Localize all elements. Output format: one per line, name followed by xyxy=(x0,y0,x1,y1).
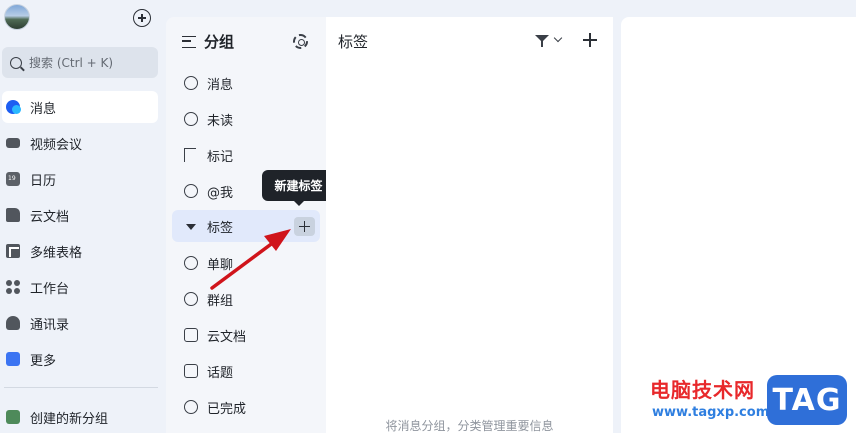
document-icon xyxy=(184,328,198,342)
group-item-label: 群组 xyxy=(207,293,234,309)
group-item-flagged[interactable]: 标记 xyxy=(172,139,320,171)
nav-item-label: 消息 xyxy=(30,101,57,117)
nav-item-label: 日历 xyxy=(30,173,57,189)
group-item-label: 单聊 xyxy=(207,257,234,273)
settings-gear-icon[interactable] xyxy=(293,34,308,49)
search-icon xyxy=(10,56,22,69)
create-plus-icon[interactable] xyxy=(133,9,151,27)
group-item-done[interactable]: 已完成 xyxy=(172,391,320,423)
video-camera-icon xyxy=(6,138,20,148)
group-item-messages[interactable]: 消息 xyxy=(172,67,320,99)
table-grid-icon xyxy=(6,244,20,258)
nav-item-workplace[interactable]: 工作台 xyxy=(2,271,158,303)
group-item-label: 消息 xyxy=(207,77,234,93)
watermark-url: www.tagxp.com xyxy=(652,405,770,420)
group-item-tags[interactable]: 标签 xyxy=(172,210,320,242)
nav-item-messages[interactable]: 消息 xyxy=(2,91,158,123)
group-item-unread[interactable]: 未读 xyxy=(172,103,320,135)
watermark-title: 电脑技术网 xyxy=(650,378,755,402)
more-apps-icon xyxy=(6,352,20,366)
unread-circle-icon xyxy=(184,112,198,126)
collapse-menu-icon[interactable] xyxy=(182,35,196,48)
nav-item-label: 创建的新分组 xyxy=(30,411,109,427)
new-tag-button[interactable] xyxy=(294,217,315,236)
search-placeholder: 搜索 (Ctrl + K) xyxy=(29,56,114,70)
detail-pane xyxy=(621,17,856,433)
groups-header: 分组 xyxy=(182,31,234,52)
groups-column: 分组 消息 未读 标记 @我 标签 单聊 群组 云文档 话题 已完成 xyxy=(166,17,326,433)
group-item-label: @我 xyxy=(207,185,234,201)
group-item-label: 已完成 xyxy=(207,401,247,417)
chat-bubble-icon xyxy=(184,76,198,90)
watermark-logo: TAG xyxy=(767,375,847,425)
empty-state-hint: 将消息分组，分类管理重要信息 xyxy=(385,419,554,433)
topic-icon xyxy=(184,364,198,378)
nav-item-video-meeting[interactable]: 视频会议 xyxy=(2,127,158,159)
caret-down-icon[interactable] xyxy=(186,224,196,230)
messages-icon xyxy=(6,100,21,114)
user-icon xyxy=(184,256,198,270)
nav-item-docs[interactable]: 云文档 xyxy=(2,199,158,231)
group-item-direct-chats[interactable]: 单聊 xyxy=(172,247,320,279)
group-item-label: 话题 xyxy=(207,365,234,381)
chevron-down-icon[interactable] xyxy=(553,33,563,43)
groups-title: 分组 xyxy=(204,33,235,51)
new-tag-tooltip: 新建标签 xyxy=(262,170,335,206)
filter-icon[interactable] xyxy=(535,35,549,47)
left-nav: 搜索 (Ctrl + K) 消息 视频会议 日历 云文档 多维表格 工作台 通讯… xyxy=(0,0,166,433)
calendar-icon xyxy=(6,172,20,186)
group-item-groups[interactable]: 群组 xyxy=(172,283,320,315)
group-item-label: 标记 xyxy=(207,149,234,165)
group-icon xyxy=(6,410,20,424)
nav-item-custom-group[interactable]: 创建的新分组 xyxy=(2,401,158,433)
document-icon xyxy=(6,208,20,222)
group-item-label: 未读 xyxy=(207,113,234,129)
nav-item-label: 工作台 xyxy=(30,281,70,297)
nav-item-more[interactable]: 更多 xyxy=(2,343,158,375)
check-circle-icon xyxy=(184,400,198,414)
users-icon xyxy=(184,292,198,306)
avatar[interactable] xyxy=(4,4,30,30)
nav-item-base[interactable]: 多维表格 xyxy=(2,235,158,267)
nav-item-label: 视频会议 xyxy=(30,137,83,153)
nav-item-label: 云文档 xyxy=(30,209,70,225)
apps-grid-icon xyxy=(6,280,20,294)
contacts-icon xyxy=(6,316,20,330)
search-input[interactable]: 搜索 (Ctrl + K) xyxy=(2,47,158,78)
add-tag-plus-icon[interactable] xyxy=(583,33,597,47)
nav-item-contacts[interactable]: 通讯录 xyxy=(2,307,158,339)
flag-icon xyxy=(184,148,196,162)
tag-panel: 标签 将消息分组，分类管理重要信息 xyxy=(326,17,613,433)
panel-title: 标签 xyxy=(338,33,369,51)
nav-item-calendar[interactable]: 日历 xyxy=(2,163,158,195)
group-item-docs[interactable]: 云文档 xyxy=(172,319,320,351)
group-item-topics[interactable]: 话题 xyxy=(172,355,320,387)
group-item-label: 标签 xyxy=(207,220,234,236)
at-sign-icon xyxy=(184,184,198,198)
nav-item-label: 多维表格 xyxy=(30,245,83,261)
group-item-label: 云文档 xyxy=(207,329,247,345)
nav-item-label: 更多 xyxy=(30,353,57,369)
nav-divider xyxy=(4,387,158,388)
nav-item-label: 通讯录 xyxy=(30,317,70,333)
